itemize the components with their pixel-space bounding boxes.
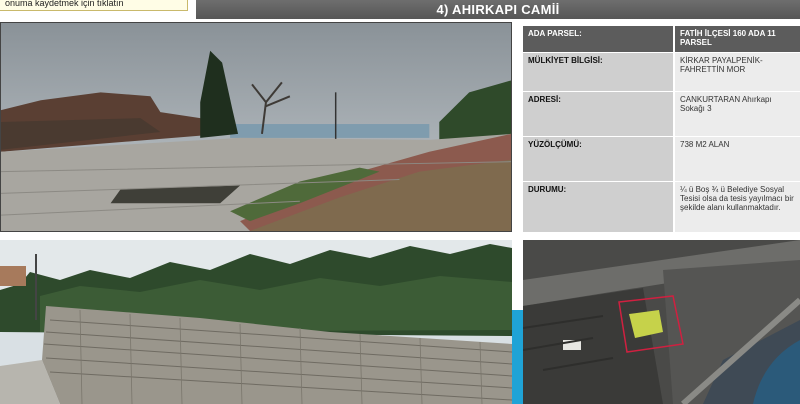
info-value: 738 M2 ALAN (673, 137, 800, 181)
info-row-ada-parsel: ADA PARSEL: FATİH İLÇESİ 160 ADA 11 PARS… (523, 26, 800, 52)
info-label: DURUMU: (523, 182, 673, 232)
info-value: CANKURTARAN Ahırkapı Sokağı 3 (673, 92, 800, 136)
tooltip: onuma kaydetmek için tıklatın (0, 0, 188, 11)
info-value: ¼ ü Boş ¾ ü Belediye Sosyal Tesisi olsa … (673, 182, 800, 232)
slide-title: 4) AHIRKAPI CAMİİ (436, 2, 560, 17)
info-row-mulkiyet: MÜLKİYET BİLGİSİ: KİRKAR PAYALPENİK-FAHR… (523, 53, 800, 91)
info-row-adresi: ADRESİ: CANKURTARAN Ahırkapı Sokağı 3 (523, 92, 800, 136)
info-value: KİRKAR PAYALPENİK-FAHRETTİN MOR (673, 53, 800, 91)
site-photo-stone-wall (0, 240, 512, 404)
info-label: ADRESİ: (523, 92, 673, 136)
aerial-map-photo (523, 240, 800, 404)
info-row-durumu: DURUMU: ¼ ü Boş ¾ ü Belediye Sosyal Tesi… (523, 182, 800, 232)
info-label: YÜZÖLÇÜMÜ: (523, 137, 673, 181)
accent-bar (512, 310, 523, 404)
info-label: MÜLKİYET BİLGİSİ: (523, 53, 673, 91)
site-photo-courtyard (0, 22, 512, 232)
title-bar: 4) AHIRKAPI CAMİİ (196, 0, 800, 19)
info-table: ADA PARSEL: FATİH İLÇESİ 160 ADA 11 PARS… (523, 25, 800, 233)
info-row-yuzolcumu: YÜZÖLÇÜMÜ: 738 M2 ALAN (523, 137, 800, 181)
info-value: FATİH İLÇESİ 160 ADA 11 PARSEL (673, 26, 800, 52)
info-label: ADA PARSEL: (523, 26, 673, 52)
